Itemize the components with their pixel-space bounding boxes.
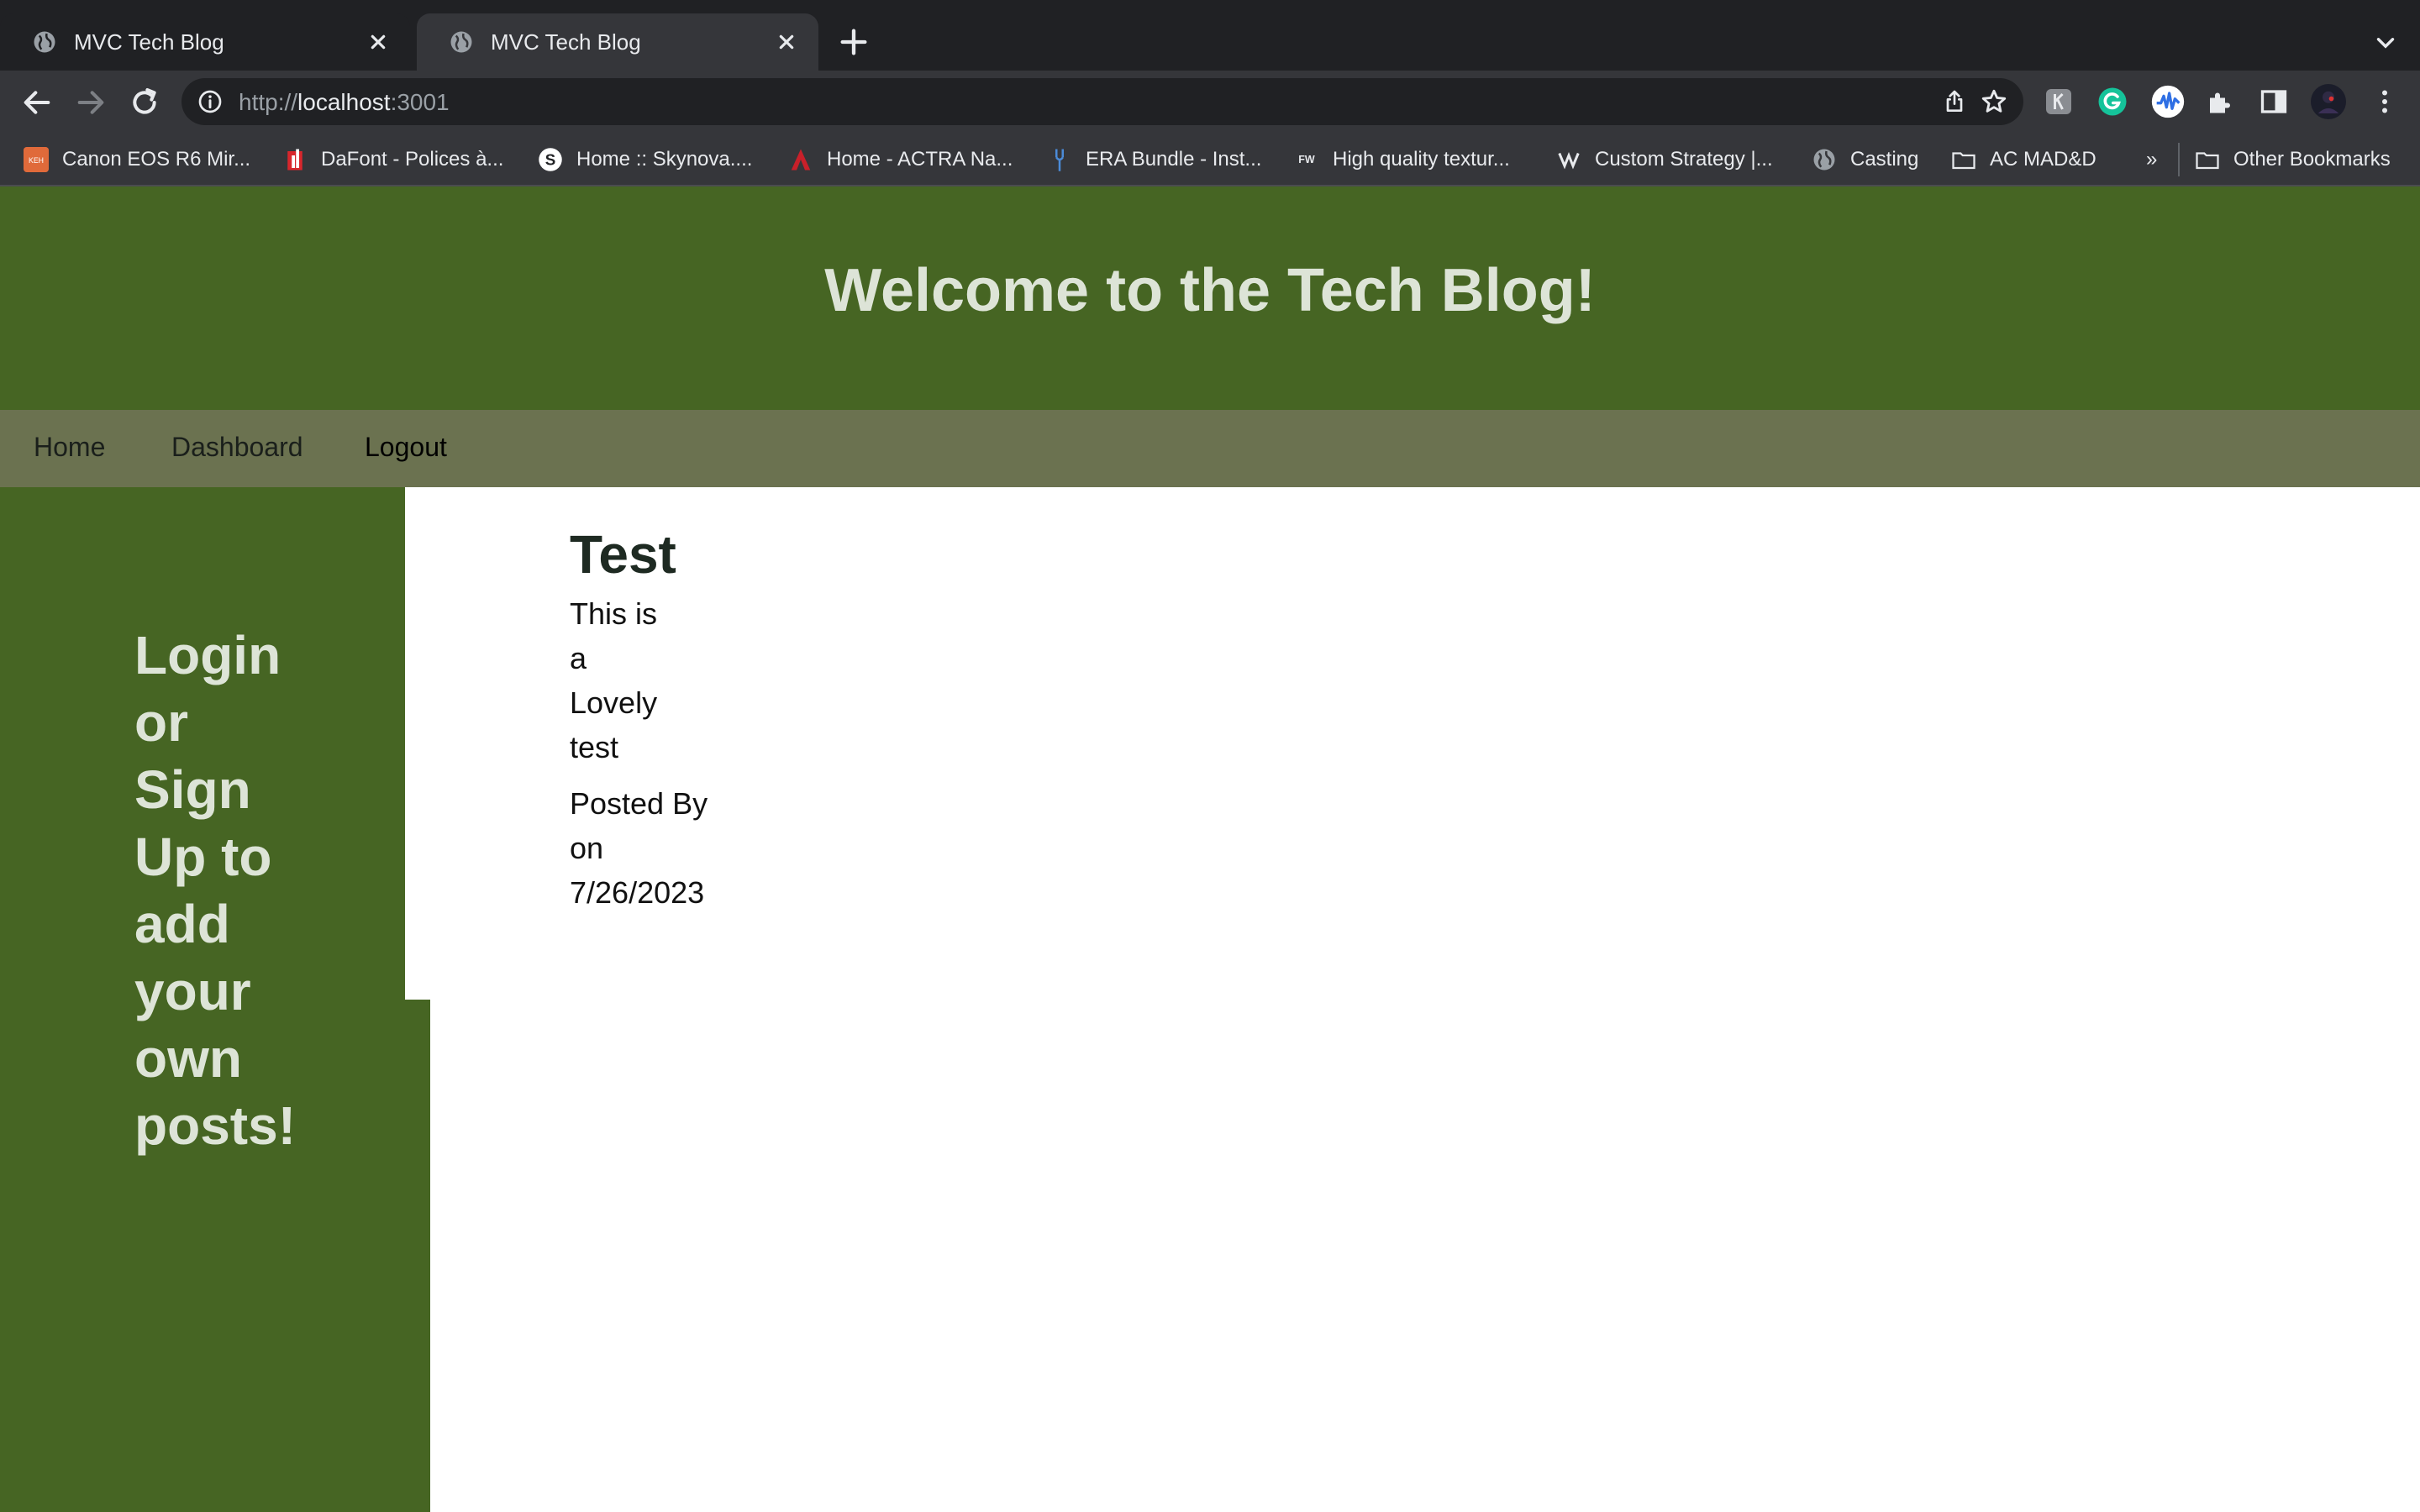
tab-title: MVC Tech Blog: [74, 29, 224, 55]
skynova-favicon-icon: S: [539, 148, 562, 171]
sidebar-login-message: Login or Sign Up to add your own posts!: [134, 625, 296, 1156]
post-title: Test: [570, 524, 676, 585]
bookmark-item[interactable]: DaFont - Polices à...: [282, 144, 503, 175]
grammarly-icon[interactable]: [2097, 87, 2128, 117]
svg-text:KEH: KEH: [29, 156, 44, 165]
era-favicon-icon: [1055, 149, 1064, 171]
bookmarks-divider: [2178, 143, 2180, 176]
address-bar[interactable]: http://localhost:3001: [182, 78, 2023, 125]
bookmark-item[interactable]: Custom Strategy |...: [1556, 144, 1773, 175]
folder-icon: [2196, 152, 2219, 170]
side-panel-icon[interactable]: [2259, 87, 2289, 117]
extension-k-icon[interactable]: [2044, 87, 2074, 117]
url-text: http://localhost:3001: [239, 89, 450, 115]
close-tab-icon[interactable]: [365, 29, 392, 55]
bookmark-item[interactable]: FW High quality textur...: [1294, 144, 1510, 175]
other-bookmarks-folder[interactable]: Other Bookmarks: [2195, 144, 2391, 175]
site-header: Welcome to the Tech Blog!: [0, 186, 2420, 410]
site-title: Welcome to the Tech Blog!: [824, 257, 1596, 324]
globe-icon: [34, 31, 55, 53]
tab-title: MVC Tech Blog: [491, 29, 641, 55]
close-tab-icon[interactable]: [773, 29, 800, 55]
bookmarks-overflow-chevron[interactable]: »: [2146, 144, 2157, 175]
forward-arrow-icon[interactable]: [74, 86, 108, 119]
share-icon[interactable]: [1941, 88, 1968, 115]
browser-chrome: MVC Tech Blog MVC Tech Blog http://local…: [0, 0, 2420, 186]
blog-post: Test This is a Lovely test Posted By on …: [570, 521, 755, 915]
fw-favicon-icon: FW: [1298, 154, 1315, 165]
nav-logout-link[interactable]: Logout: [365, 432, 447, 463]
browser-tab-1[interactable]: MVC Tech Blog: [0, 13, 410, 71]
canon-favicon-icon: KEH: [24, 147, 49, 172]
audio-extension-icon[interactable]: [2151, 85, 2185, 118]
bookmarks-bar: KEH Canon EOS R6 Mir... DaFont - Polices…: [0, 133, 2420, 186]
actra-favicon-icon: [791, 149, 811, 171]
chevron-down-icon[interactable]: [2371, 29, 2400, 57]
bookmark-folder[interactable]: AC MAD&D: [1951, 144, 2096, 175]
bookmark-star-icon[interactable]: [1980, 87, 2008, 116]
browser-toolbar: http://localhost:3001: [0, 71, 2420, 133]
info-icon[interactable]: [197, 88, 224, 115]
post-body: This is a Lovely test: [570, 596, 658, 764]
extensions-puzzle-icon[interactable]: [2205, 87, 2235, 117]
strategy-favicon-icon: [1558, 151, 1580, 170]
site-nav: Home Dashboard Logout: [0, 410, 2420, 487]
bookmark-item[interactable]: S Home :: Skynova....: [538, 144, 752, 175]
svg-text:FW: FW: [1298, 154, 1315, 165]
globe-icon: [1813, 149, 1835, 171]
bookmark-item[interactable]: ERA Bundle - Inst...: [1047, 144, 1261, 175]
profile-avatar[interactable]: [2311, 84, 2346, 119]
reload-icon[interactable]: [128, 86, 161, 119]
more-vertical-icon[interactable]: [2370, 87, 2400, 117]
bookmark-item[interactable]: Casting: [1812, 144, 1918, 175]
globe-icon: [450, 31, 472, 53]
bookmark-item[interactable]: KEH Canon EOS R6 Mir...: [24, 144, 250, 175]
dafont-favicon-icon: [287, 149, 302, 171]
nav-home-link[interactable]: Home: [34, 432, 105, 463]
bookmark-item[interactable]: Home - ACTRA Na...: [788, 144, 1013, 175]
nav-dashboard-link[interactable]: Dashboard: [171, 432, 303, 463]
post-meta: Posted By on 7/26/2023: [570, 786, 708, 910]
back-arrow-icon[interactable]: [20, 86, 54, 119]
new-tab-plus-icon[interactable]: [837, 25, 871, 59]
svg-text:S: S: [545, 150, 556, 168]
browser-tab-2[interactable]: MVC Tech Blog: [417, 13, 818, 71]
folder-icon: [1952, 152, 1975, 170]
